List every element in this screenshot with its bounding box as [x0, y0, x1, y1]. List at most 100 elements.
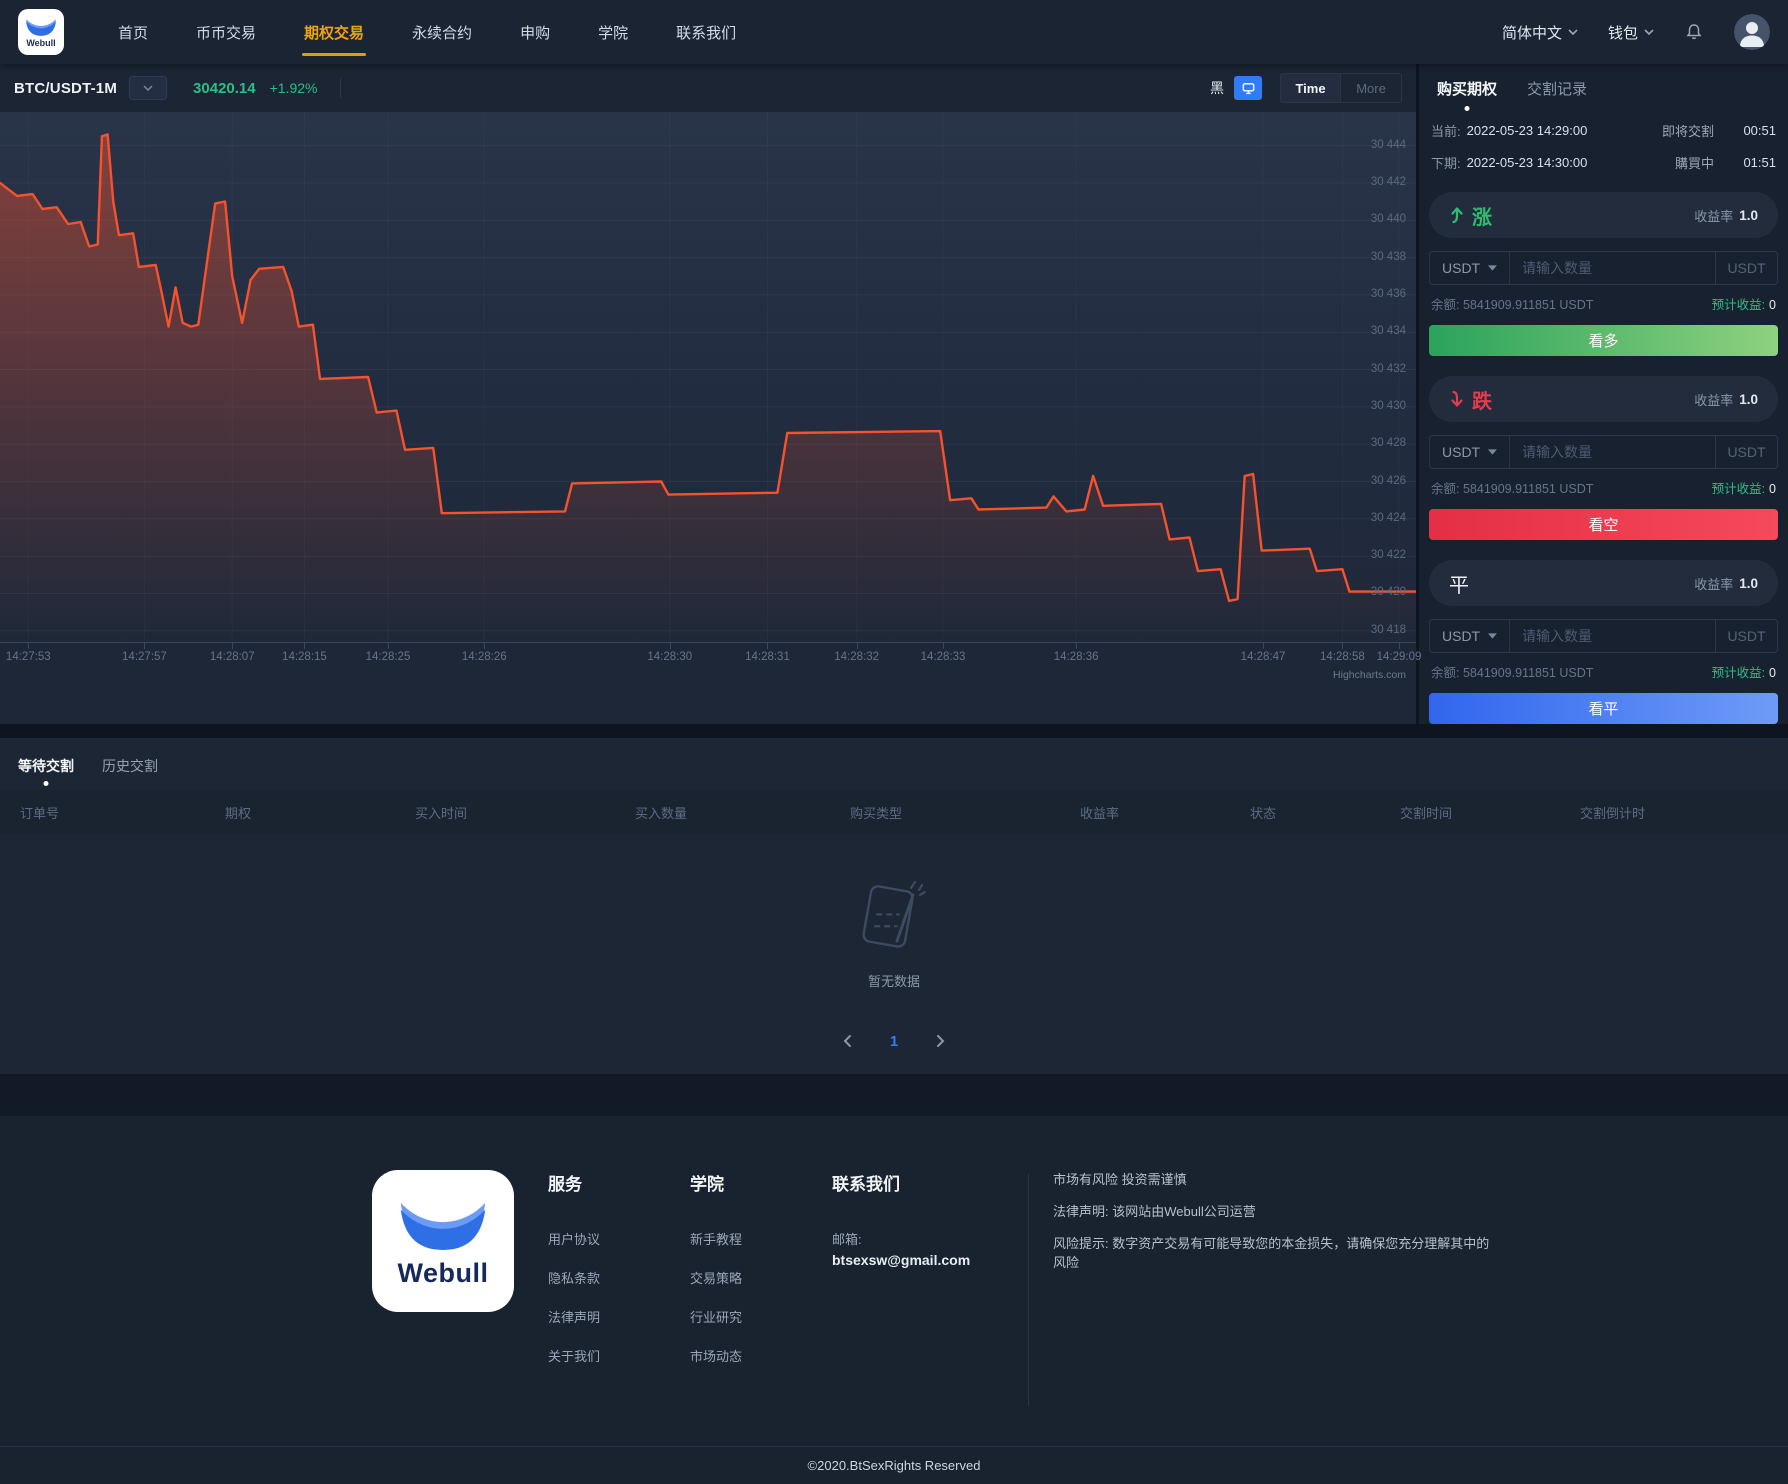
down-currency-select[interactable]: USDT	[1430, 436, 1510, 468]
footer-link-about[interactable]: 关于我们	[548, 1346, 656, 1365]
x-tick-mark	[1076, 643, 1078, 649]
x-tick-mark	[1263, 643, 1265, 649]
up-balance-row: 余额: 5841909.911851 USDT 预计收益: 0	[1429, 294, 1778, 313]
round-status: 購買中	[1674, 156, 1714, 171]
tab-pending-delivery[interactable]: 等待交割	[18, 756, 74, 790]
round-schedule: 当前: 2022-05-23 14:29:00 即将交割 00:51 下期: 2…	[1429, 121, 1778, 172]
nav-item-home[interactable]: 首页	[94, 0, 172, 64]
logo-text: Webull	[397, 1257, 489, 1288]
footer-col-contact: 联系我们 邮箱: btsexsw@gmail.com	[832, 1170, 1002, 1446]
notification-bell-icon[interactable]	[1684, 22, 1704, 42]
trade-block-up: 涨 收益率 1.0 USDT USDT 余额: 5841909.911851 US…	[1429, 192, 1778, 356]
wallet-menu[interactable]: 钱包	[1608, 22, 1654, 43]
x-tick-mark	[1342, 643, 1344, 649]
currency-label: USDT	[1442, 628, 1481, 644]
price-change-percent: +1.92%	[269, 80, 318, 96]
x-tick-label: 14:28:15	[282, 651, 327, 663]
more-mode-button[interactable]: More	[1341, 74, 1401, 102]
rate-label: 收益率	[1694, 208, 1734, 224]
language-selector[interactable]: 简体中文	[1502, 22, 1578, 43]
y-tick-label: 30 418	[1370, 623, 1406, 636]
footer-link-strategy[interactable]: 交易策略	[690, 1268, 798, 1287]
nav-item-subscribe[interactable]: 申购	[496, 0, 574, 64]
user-avatar[interactable]	[1734, 14, 1770, 50]
email-address[interactable]: btsexsw@gmail.com	[832, 1252, 1002, 1268]
x-tick-label: 14:28:33	[920, 651, 966, 663]
flat-header: 平 收益率 1.0	[1429, 560, 1778, 606]
y-tick-label: 30 436	[1370, 287, 1406, 300]
footer-divider	[1028, 1174, 1029, 1406]
col-buy-type: 购买类型	[850, 805, 903, 821]
arrow-down-icon	[1451, 390, 1463, 407]
down-header: 跌 收益率 1.0	[1429, 376, 1778, 422]
footer-link-market-news[interactable]: 市场动态	[690, 1346, 798, 1365]
flat-amount-input[interactable]	[1510, 620, 1715, 652]
nav-label: 币币交易	[196, 24, 257, 42]
round-label: 下期:	[1431, 156, 1461, 171]
chart-svg	[0, 112, 1416, 642]
prev-page-button[interactable]	[838, 1030, 856, 1052]
disclaimer-risk: 市场有风险 投资需谨慎	[1053, 1172, 1187, 1187]
up-amount-row: USDT USDT	[1429, 251, 1778, 285]
expected-profit: 预计收益: 0	[1711, 298, 1776, 312]
footer-link-user-agreement[interactable]: 用户协议	[548, 1229, 656, 1248]
x-tick-mark	[1399, 643, 1400, 649]
webull-logo[interactable]: Webull	[18, 9, 64, 55]
y-tick-label: 30 434	[1370, 325, 1406, 338]
buy-down-button[interactable]: 看空	[1429, 509, 1778, 540]
nav-item-perpetual[interactable]: 永续合约	[388, 0, 496, 64]
balance-text: 余额: 5841909.911851 USDT	[1431, 298, 1594, 312]
footer-link-legal[interactable]: 法律声明	[548, 1307, 656, 1326]
disclaimer-warning: 风险提示: 数字资产交易有可能导致您的本金损失，请确保您充分理解其中的风险	[1053, 1236, 1490, 1270]
highcharts-credit[interactable]: Highcharts.com	[0, 668, 1416, 684]
tab-history-delivery[interactable]: 历史交割	[102, 756, 158, 790]
copyright-text: ©2020.BtSexRights Reserved	[807, 1458, 981, 1473]
down-amount-input[interactable]	[1510, 436, 1715, 468]
footer-webull-logo: Webull	[372, 1170, 514, 1312]
footer-link-research[interactable]: 行业研究	[690, 1307, 798, 1326]
col-buy-amount: 买入数量	[635, 805, 688, 821]
nav-item-academy[interactable]: 学院	[574, 0, 652, 64]
x-tick-mark	[767, 643, 769, 649]
nav-label: 联系我们	[676, 24, 737, 42]
page-number[interactable]: 1	[890, 1033, 898, 1050]
flat-balance-row: 余额: 5841909.911851 USDT 预计收益: 0	[1429, 662, 1778, 681]
symbol-dropdown-button[interactable]	[129, 76, 168, 100]
x-tick-label: 14:28:30	[647, 651, 693, 663]
tab-delivery-records[interactable]: 交割记录	[1527, 78, 1587, 111]
theme-toggle-button[interactable]	[1234, 76, 1262, 100]
nav-item-spot[interactable]: 币币交易	[172, 0, 280, 64]
caret-down-icon	[1488, 449, 1497, 455]
language-label: 简体中文	[1501, 24, 1562, 42]
nav-item-options[interactable]: 期权交易	[280, 0, 388, 64]
flat-amount-row: USDT USDT	[1429, 619, 1778, 653]
next-round-row: 下期: 2022-05-23 14:30:00 購買中 01:51	[1429, 153, 1778, 172]
x-tick-mark	[28, 643, 30, 649]
rate-value: 1.0	[1739, 575, 1758, 591]
round-datetime: 2022-05-23 14:30:00	[1466, 155, 1588, 170]
no-data-icon	[862, 880, 927, 948]
section-gap	[0, 1074, 1788, 1116]
up-currency-select[interactable]: USDT	[1430, 252, 1510, 284]
down-rate: 收益率 1.0	[1694, 390, 1758, 409]
main-area: BTC/USDT-1M 30420.14 +1.92% 黑 Time More	[0, 64, 1788, 724]
tab-buy-options[interactable]: 购买期权	[1437, 78, 1497, 111]
up-rate: 收益率 1.0	[1694, 206, 1758, 225]
flat-currency-select[interactable]: USDT	[1430, 620, 1510, 652]
buy-up-button[interactable]: 看多	[1429, 325, 1778, 356]
trade-block-down: 跌 收益率 1.0 USDT USDT 余额: 5841909.911851 US…	[1429, 376, 1778, 540]
next-page-button[interactable]	[932, 1030, 950, 1052]
up-amount-input[interactable]	[1510, 252, 1715, 284]
buy-flat-button[interactable]: 看平	[1429, 693, 1778, 724]
y-tick-label: 30 432	[1370, 362, 1406, 375]
main-menu: 首页 币币交易 期权交易 永续合约 申购 学院 联系我们	[94, 0, 760, 64]
price-chart[interactable]: 30 444 30 442 30 440 30 438 30 436 30 434 30 4…	[0, 112, 1416, 642]
footer-link-privacy[interactable]: 隐私条款	[548, 1268, 656, 1287]
time-mode-button[interactable]: Time	[1281, 74, 1341, 102]
down-amount-row: USDT USDT	[1429, 435, 1778, 469]
nav-item-contact[interactable]: 联系我们	[652, 0, 760, 64]
orders-section: 等待交割 历史交割 订单号 期权 买入时间 买入数量 购买类型 收益率 状态 交…	[0, 738, 1788, 1074]
balance-text: 余额: 5841909.911851 USDT	[1431, 666, 1594, 680]
x-tick-mark	[943, 643, 945, 649]
footer-link-beginner[interactable]: 新手教程	[690, 1229, 798, 1248]
